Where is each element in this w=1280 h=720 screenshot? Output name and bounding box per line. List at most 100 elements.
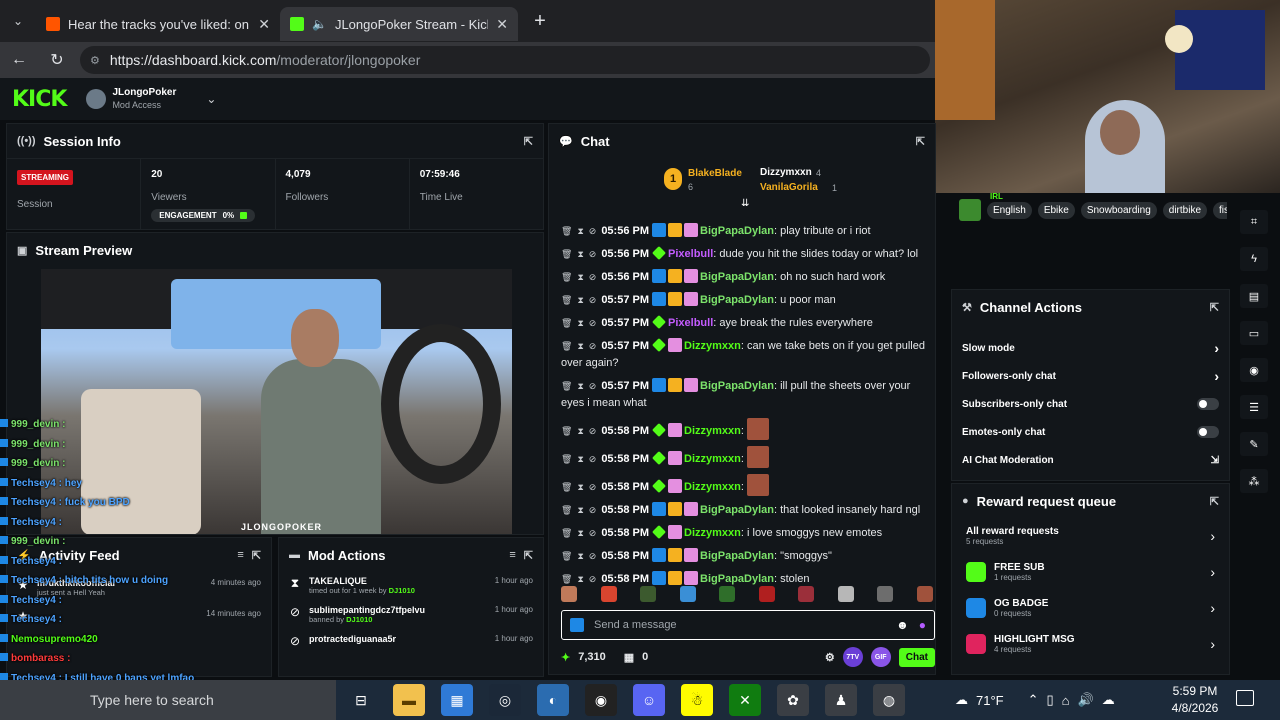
emote-icon[interactable] [798,586,815,602]
onedrive-icon[interactable]: ☁ [1102,692,1115,708]
delete-icon[interactable]: 🗑 [561,295,572,305]
chat-username[interactable]: Dizzymxxn [684,481,741,493]
timeout-icon[interactable]: ⧗ [577,482,583,492]
emote-icon[interactable] [561,586,577,602]
tag-chip[interactable]: English [987,201,1032,219]
chat-message[interactable]: 🗑 ⧗ ⊘ 05:58 PM BigPapaDylan: that looked ins… [561,499,933,522]
edge-icon[interactable]: ◐ [537,684,569,716]
chat-message[interactable]: 🗑 ⧗ ⊘ 05:57 PM Pixelbull: aye break the rule… [561,312,933,335]
chat-message[interactable]: 🗑 ⧗ ⊘ 05:58 PM Dizzymxxn: [561,443,933,471]
timeout-icon[interactable]: ⧗ [577,249,583,259]
gifter-name[interactable]: VanilaGorila [760,182,818,193]
reward-item-free-sub[interactable]: FREE SUB 1 requests › [952,554,1229,590]
speaker-icon[interactable]: 🔈 [312,17,327,31]
chat-icon[interactable]: ▭ [1240,321,1268,345]
popout-icon[interactable]: ⇱ [916,135,925,148]
ban-icon[interactable]: ⊘ [589,482,597,492]
emote-icon[interactable] [916,586,933,602]
ban-icon[interactable]: ⊘ [589,295,597,305]
chat-username[interactable]: BigPapaDylan [700,294,774,306]
emote-icon[interactable] [640,586,657,602]
chevron-up-icon[interactable]: ⌃ [1028,692,1039,708]
ban-icon[interactable]: ⊘ [589,426,597,436]
chevron-down-icon[interactable]: ⌄ [206,92,216,106]
timeout-icon[interactable]: ⧗ [577,295,583,305]
timeout-icon[interactable]: ⧗ [577,426,583,436]
delete-icon[interactable]: 🗑 [561,226,572,236]
url-field[interactable]: ⚙ https://dashboard.kick.com/moderator/j… [80,46,930,74]
chat-message[interactable]: 🗑 ⧗ ⊘ 05:58 PM BigPapaDylan: "smoggys" [561,545,933,568]
emotes-only-toggle[interactable] [1197,426,1219,438]
taskbar-search[interactable]: Type here to search [0,680,336,720]
chat-username[interactable]: BigPapaDylan [700,225,774,237]
ban-icon[interactable]: ⊘ [589,381,597,391]
reload-icon[interactable]: ↻ [38,50,76,70]
task-view-icon[interactable]: ⊟ [345,684,377,716]
chat-message[interactable]: 🗑 ⧗ ⊘ 05:58 PM Dizzymxxn: [561,471,933,499]
chat-username[interactable]: Pixelbull [668,248,713,260]
timeout-icon[interactable]: ⧗ [577,528,583,538]
chess-icon[interactable]: ♟ [825,684,857,716]
tag-chip[interactable]: Snowboarding [1080,201,1157,219]
list-item[interactable]: ⊘ sublimepantingdcz7tfpelvu banned by DJ… [279,601,543,630]
chat-message[interactable]: 🗑 ⧗ ⊘ 05:56 PM Pixelbull: dude you hit the s… [561,243,933,266]
new-tab-button[interactable]: + [524,10,556,33]
close-tab-icon[interactable]: ✕ [258,16,270,33]
notification-icon[interactable] [1236,690,1254,706]
tag-chip[interactable]: fis [1213,201,1227,219]
chat-message[interactable]: 🗑 ⧗ ⊘ 05:56 PM BigPapaDylan: play tribute or… [561,220,933,243]
reward-item-all[interactable]: All reward requests 5 requests › [952,518,1229,554]
network-icon[interactable]: ⌂ [1062,693,1070,708]
chat-username[interactable]: BigPapaDylan [700,380,774,392]
tab-soundcloud[interactable]: Hear the tracks you've liked: on So ✕ [36,7,280,41]
delete-icon[interactable]: 🗑 [561,454,572,464]
close-tab-icon[interactable]: ✕ [496,16,508,33]
delete-icon[interactable]: 🗑 [561,574,572,584]
ai-moderation-row[interactable]: AI Chat Moderation ⇲ [952,446,1229,474]
followers-only-row[interactable]: Followers-only chat › [952,362,1229,390]
delete-icon[interactable]: 🗑 [561,249,572,259]
discord-icon[interactable]: ☺ [633,684,665,716]
chat-username[interactable]: BigPapaDylan [700,573,774,585]
settings-gear-icon[interactable]: ⚙ [825,651,835,664]
tab-kick-dashboard[interactable]: 🔈 JLongoPoker Stream - Kick Da ✕ [280,7,518,41]
delete-icon[interactable]: 🗑 [561,528,572,538]
filter-icon[interactable]: ≡ [509,549,515,561]
timeout-icon[interactable]: ⧗ [577,551,583,561]
tab-search-chevron-icon[interactable]: ⌄ [0,0,36,42]
ban-icon[interactable]: ⊘ [589,454,597,464]
emote-icon[interactable] [877,586,894,602]
ban-icon[interactable]: ⊘ [589,318,597,328]
7tv-button[interactable]: 7TV [842,647,863,667]
ban-icon[interactable]: ⊘ [589,341,597,351]
kick-emote-icon[interactable]: ● [919,618,926,632]
ban-icon[interactable]: ⊘ [589,551,597,561]
chat-username[interactable]: Dizzymxxn [684,340,741,352]
popout-icon[interactable]: ⇱ [524,135,533,148]
emote-icon[interactable] [679,586,696,602]
popout-icon[interactable]: ⇱ [524,549,533,562]
reward-item-og-badge[interactable]: OG BADGE 0 requests › [952,590,1229,626]
weather-icon[interactable]: ☁ [955,692,968,708]
chat-message[interactable]: 🗑 ⧗ ⊘ 05:57 PM BigPapaDylan: u poor man [561,289,933,312]
tag-chip[interactable]: Ebike [1037,201,1075,219]
battery-icon[interactable]: ▯ [1047,692,1054,708]
app-icon[interactable]: ✿ [777,684,809,716]
temperature[interactable]: 71°F [976,693,1004,708]
delete-icon[interactable]: 🗑 [561,551,572,561]
delete-icon[interactable]: 🗑 [561,482,572,492]
send-chat-button[interactable]: Chat [898,647,935,667]
timeout-icon[interactable]: ⧗ [577,341,583,351]
document-icon[interactable]: ▤ [1240,284,1268,308]
chat-username[interactable]: Dizzymxxn [684,425,741,437]
gifter-name[interactable]: BlakeBlade [688,168,742,179]
timeout-icon[interactable]: ⧗ [577,272,583,282]
chat-message[interactable]: 🗑 ⧗ ⊘ 05:57 PM Dizzymxxn: can we take bets o… [561,335,933,375]
back-arrow-icon[interactable]: ← [0,51,38,69]
delete-icon[interactable]: 🗑 [561,505,572,515]
ban-icon[interactable]: ⊘ [589,249,597,259]
list-icon[interactable]: ☰ [1240,395,1268,419]
pinned-arrow-icon[interactable]: ⇊ [741,198,749,209]
chat-message[interactable]: 🗑 ⧗ ⊘ 05:58 PM Dizzymxxn: [561,415,933,443]
chat-message[interactable]: 🗑 ⧗ ⊘ 05:58 PM Dizzymxxn: i love smoggys new… [561,522,933,545]
